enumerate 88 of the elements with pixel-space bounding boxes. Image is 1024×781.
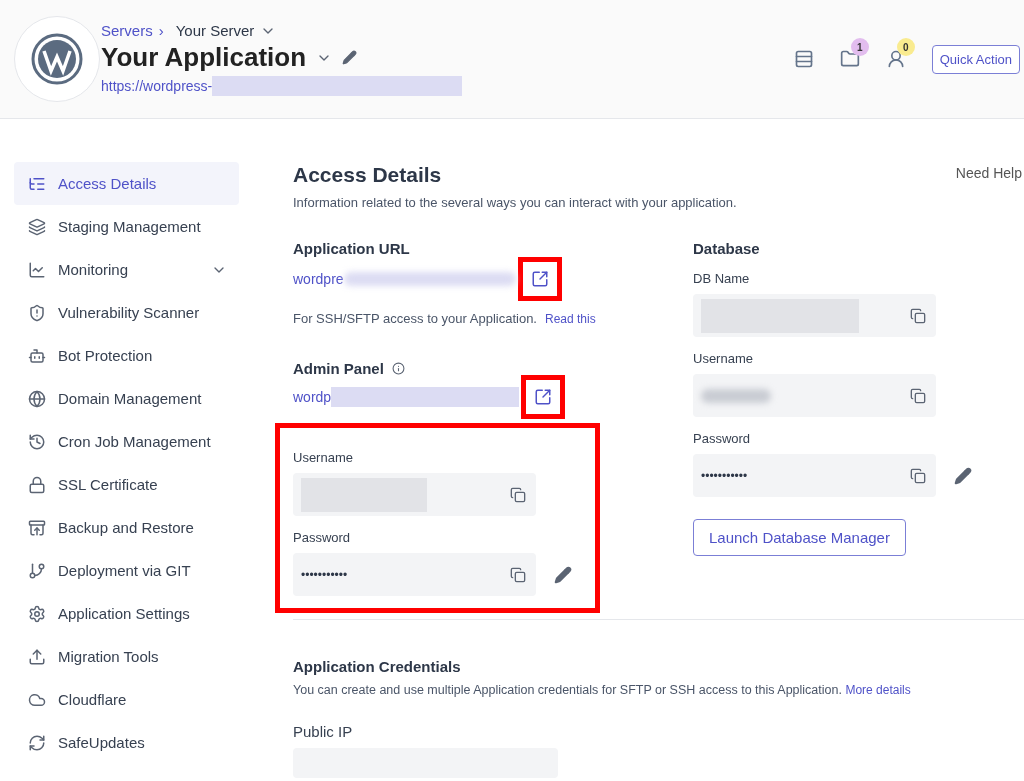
field-label: Username bbox=[693, 351, 754, 366]
sidebar-item[interactable]: Domain Management bbox=[14, 377, 239, 420]
sidebar-label: Cron Job Management bbox=[58, 433, 212, 450]
masked-password: ••••••••••• bbox=[301, 567, 348, 582]
sidebar-label: Migration Tools bbox=[58, 648, 160, 665]
folder-icon[interactable] bbox=[839, 49, 860, 69]
value-field[interactable] bbox=[693, 374, 936, 417]
sidebar-label: SafeUpdates bbox=[58, 734, 146, 751]
page-title: Access Details bbox=[293, 163, 442, 187]
field-label: Password bbox=[693, 431, 752, 446]
shield-alert-icon bbox=[28, 303, 46, 322]
layers-icon bbox=[28, 217, 46, 236]
sidebar-item[interactable]: Deployment via GIT bbox=[14, 549, 239, 592]
edit-icon[interactable] bbox=[554, 565, 572, 584]
help-link[interactable]: Need Help bbox=[955, 165, 1022, 181]
sidebar-label: Bot Protection bbox=[58, 347, 154, 364]
sidebar-item[interactable]: Cron Job Management bbox=[14, 420, 239, 463]
masked-password: ••••••••••• bbox=[701, 468, 748, 483]
sidebar-label: Application Settings bbox=[58, 605, 191, 622]
application-title: Your Application bbox=[101, 42, 307, 73]
blurred-value bbox=[701, 388, 771, 403]
sidebar-label: Vulnerability Scanner bbox=[58, 304, 201, 321]
settings-icon bbox=[28, 604, 46, 623]
section-title: Admin Panel bbox=[293, 360, 384, 377]
user-icon[interactable] bbox=[885, 49, 906, 69]
note-text: For SSH/SFTP access to your Application. bbox=[293, 311, 537, 326]
sidebar-item[interactable]: SafeUpdates bbox=[14, 721, 239, 764]
section-title: Application Credentials bbox=[293, 658, 462, 675]
more-details-link[interactable]: More details bbox=[845, 683, 911, 697]
admin-panel-link[interactable]: wordp bbox=[293, 389, 332, 405]
edit-icon[interactable] bbox=[954, 466, 972, 485]
info-icon[interactable] bbox=[391, 362, 405, 375]
field-label: Password bbox=[293, 530, 352, 545]
sidebar-label: Backup and Restore bbox=[58, 519, 195, 536]
sidebar-item[interactable]: Migration Tools bbox=[14, 635, 239, 678]
sidebar-item[interactable]: Cloudflare bbox=[14, 678, 239, 721]
value-field[interactable]: ••••••••••• bbox=[693, 454, 936, 497]
section-title: Application URL bbox=[293, 240, 411, 257]
sidebar-label: Deployment via GIT bbox=[58, 562, 192, 579]
sidebar-item[interactable]: Vulnerability Scanner bbox=[14, 291, 239, 334]
field-label: Public IP bbox=[293, 723, 354, 740]
sidebar-item[interactable]: Staging Management bbox=[14, 205, 239, 248]
read-this-link[interactable]: Read this bbox=[545, 312, 596, 326]
copy-icon[interactable] bbox=[910, 467, 926, 484]
count-badge: 0 bbox=[896, 38, 915, 56]
branch-icon bbox=[28, 561, 46, 580]
lock-icon bbox=[28, 475, 46, 494]
field-label: Username bbox=[293, 450, 354, 465]
sidebar-label: Cloudflare bbox=[58, 691, 128, 708]
refresh-icon bbox=[28, 733, 46, 752]
quick-action-button[interactable]: Quick Action bbox=[931, 44, 1020, 74]
section-description: You can create and use multiple Application credentials for SFTP or SSH access to this Application. More details bbox=[293, 683, 912, 697]
application-url-link[interactable]: wordpre bbox=[293, 271, 344, 287]
upload-icon bbox=[28, 647, 46, 666]
value-field[interactable] bbox=[293, 473, 536, 516]
sidebar-item[interactable]: Backup and Restore bbox=[14, 506, 239, 549]
page-description: Information related to the several ways you can interact with your application. bbox=[293, 195, 738, 210]
sidebar-label: Access Details bbox=[58, 175, 158, 192]
breadcrumb-current[interactable]: Your Server bbox=[175, 22, 255, 39]
sidebar-label: Monitoring bbox=[58, 261, 130, 278]
breadcrumb-link[interactable]: Servers bbox=[101, 22, 153, 39]
sidebar-item[interactable]: Access Details bbox=[14, 162, 239, 205]
restore-icon bbox=[28, 518, 46, 537]
sidebar-label: SSL Certificate bbox=[58, 476, 159, 493]
sidebar-item[interactable]: Bot Protection bbox=[14, 334, 239, 377]
sidebar-item[interactable]: SSL Certificate bbox=[14, 463, 239, 506]
application-url[interactable]: https://wordpress- bbox=[101, 78, 213, 94]
breadcrumb-separator: › bbox=[158, 22, 164, 39]
copy-icon[interactable] bbox=[510, 566, 526, 583]
count-badge: 1 bbox=[850, 38, 869, 56]
copy-icon[interactable] bbox=[510, 486, 526, 503]
copy-icon[interactable] bbox=[910, 307, 926, 324]
launch-database-button[interactable]: Launch Database Manager bbox=[693, 519, 906, 556]
sidebar-item[interactable]: Application Settings bbox=[14, 592, 239, 635]
section-title: Database bbox=[693, 240, 761, 257]
value-field[interactable]: ••••••••••• bbox=[293, 553, 536, 596]
sidebar-label: Staging Management bbox=[58, 218, 202, 235]
edit-icon[interactable] bbox=[342, 50, 358, 65]
field-label: DB Name bbox=[693, 271, 751, 286]
globe-icon bbox=[28, 389, 46, 408]
sidebar-label: Domain Management bbox=[58, 390, 203, 407]
value-field[interactable] bbox=[693, 294, 936, 337]
server-icon[interactable] bbox=[793, 49, 814, 69]
sidebar-item[interactable]: Monitoring bbox=[14, 248, 239, 291]
history-icon bbox=[28, 432, 46, 451]
copy-icon[interactable] bbox=[910, 387, 926, 404]
robot-icon bbox=[28, 346, 46, 365]
line-chart-icon bbox=[28, 260, 46, 279]
